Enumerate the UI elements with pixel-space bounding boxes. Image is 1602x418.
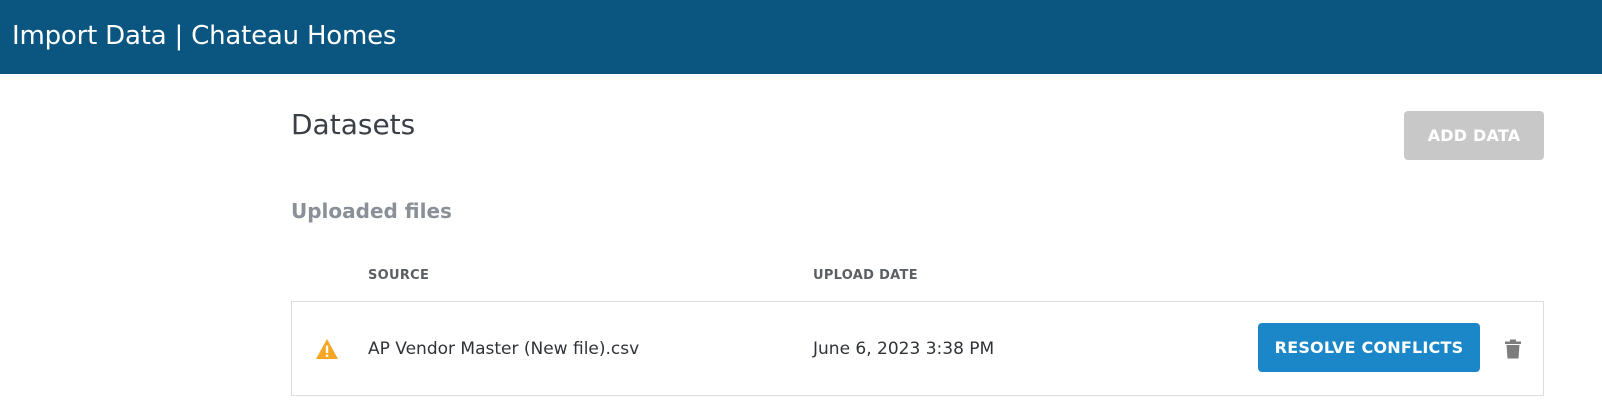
app-title: Import Data | Chateau Homes	[12, 21, 397, 51]
app-header: Import Data | Chateau Homes	[0, 0, 1602, 74]
resolve-conflicts-button[interactable]: RESOLVE CONFLICTS	[1258, 323, 1480, 372]
file-source: AP Vendor Master (New file).csv	[368, 339, 640, 359]
upload-date: June 6, 2023 3:38 PM	[813, 339, 995, 359]
page-title: Datasets	[291, 108, 416, 141]
table-row: AP Vendor Master (New file).csv June 6, …	[291, 301, 1544, 396]
column-header-upload-date: UPLOAD DATE	[813, 268, 918, 283]
column-header-source: SOURCE	[368, 268, 430, 283]
main-content: Datasets ADD DATA Uploaded files SOURCE …	[0, 74, 1602, 418]
add-data-button[interactable]: ADD DATA	[1404, 111, 1544, 160]
section-title-uploaded-files: Uploaded files	[291, 199, 452, 223]
trash-icon[interactable]	[1504, 339, 1522, 359]
warning-icon	[316, 339, 338, 359]
